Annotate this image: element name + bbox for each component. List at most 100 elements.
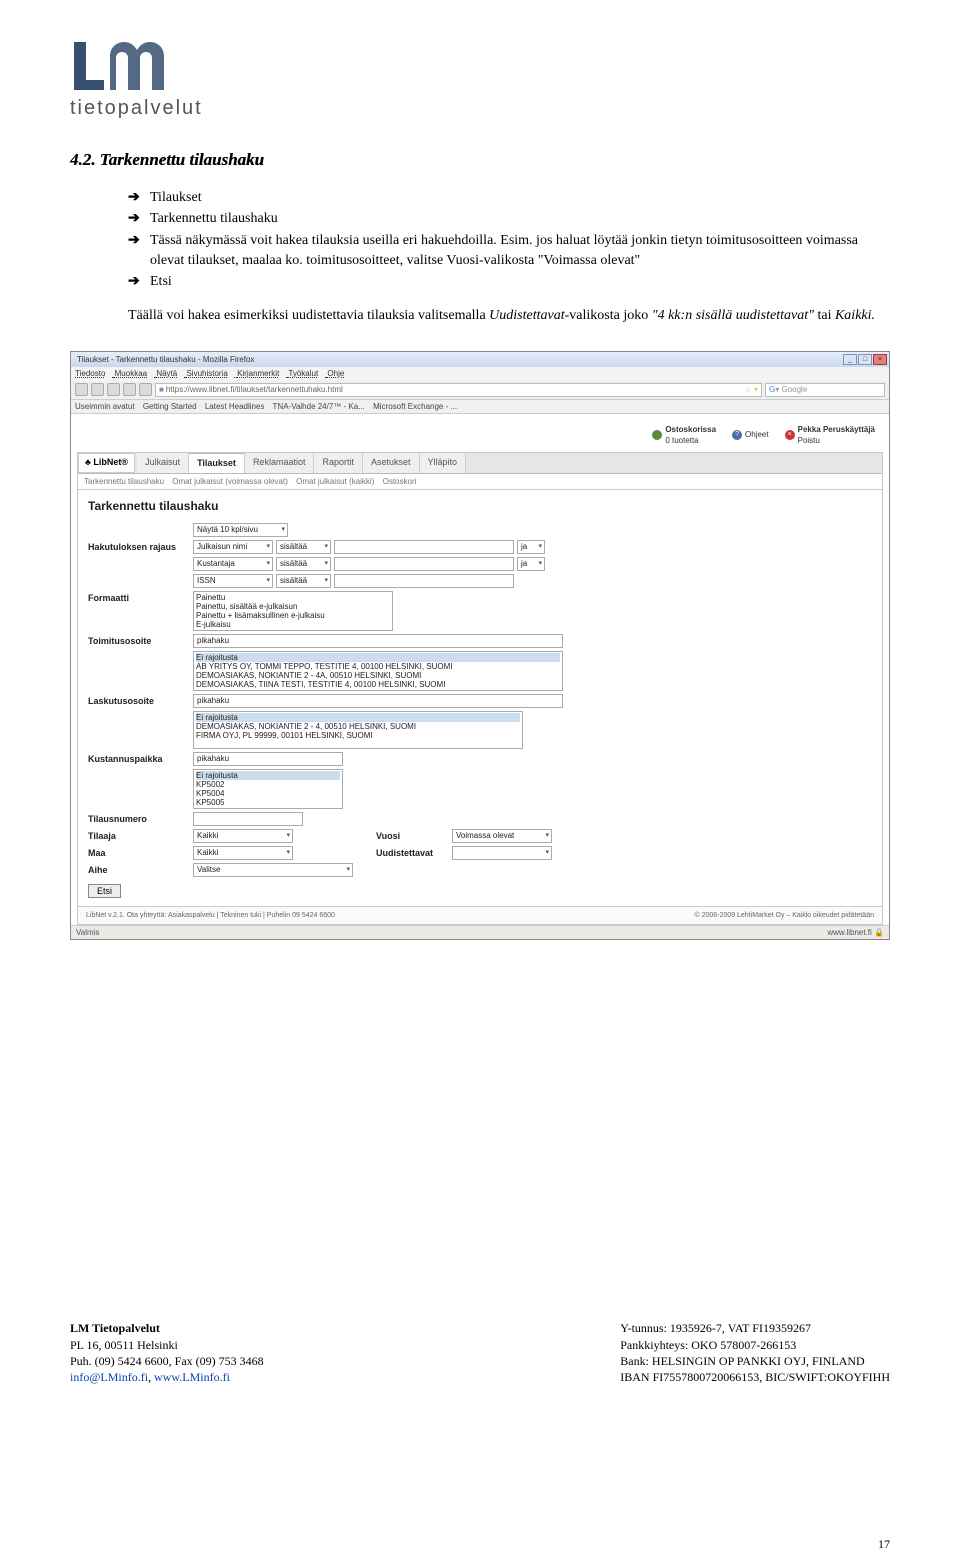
tab-tilaukset[interactable]: Tilaukset (189, 453, 245, 473)
label-aihe: Aihe (88, 863, 193, 877)
home-icon[interactable] (139, 383, 152, 396)
embedded-screenshot: Tilaukset - Tarkennettu tilaushaku - Moz… (70, 351, 890, 940)
tab-yllapito[interactable]: Ylläpito (420, 453, 467, 473)
help-link[interactable]: ? Ohjeet (732, 429, 769, 440)
menu-item[interactable]: Näytä (156, 369, 177, 378)
value-input[interactable] (334, 557, 514, 571)
email-link[interactable]: info@LMinfo.fi (70, 1370, 148, 1384)
formaatti-listbox[interactable]: Painettu Painettu, sisältää e-julkaisun … (193, 591, 393, 631)
subtab[interactable]: Omat julkaisut (voimassa olevat) (172, 477, 288, 486)
reload-icon[interactable] (107, 383, 120, 396)
op-select[interactable]: sisältää (276, 540, 331, 554)
close-button[interactable]: × (873, 354, 887, 365)
label-formaatti: Formaatti (88, 591, 193, 605)
laskutus-quicksearch[interactable]: pikahaku (193, 694, 563, 708)
field-select[interactable]: ISSN (193, 574, 273, 588)
tilaaja-select[interactable]: Kaikki (193, 829, 293, 843)
menu-item[interactable]: Sivuhistoria (186, 369, 227, 378)
logout-icon: × (785, 430, 795, 440)
user-menu[interactable]: × Pekka PeruskäyttäjäPoistu (785, 424, 875, 446)
maximize-button[interactable]: □ (858, 354, 872, 365)
instruction-list: Tilaukset Tarkennettu tilaushaku Tässä n… (128, 188, 890, 292)
subtab[interactable]: Ostoskori (383, 477, 417, 486)
op-select[interactable]: sisältää (276, 557, 331, 571)
status-right: www.libnet.fi 🔒 (827, 927, 884, 938)
list-item: Tarkennettu tilaushaku (128, 209, 890, 229)
logo-mark (70, 40, 205, 92)
field-select[interactable]: Julkaisun nimi (193, 540, 273, 554)
bookmark-item[interactable]: Useimmin avatut (75, 402, 135, 411)
minimize-button[interactable]: _ (843, 354, 857, 365)
app-topbar: Ostoskorissa0 tuotetta ? Ohjeet × Pekka … (75, 422, 885, 452)
list-item: Tilaukset (128, 188, 890, 208)
window-title: Tilaukset - Tarkennettu tilaushaku - Moz… (73, 354, 254, 365)
subtabs: Tarkennettu tilaushaku Omat julkaisut (v… (78, 474, 882, 490)
tab-julkaisut[interactable]: Julkaisut (137, 453, 189, 473)
form-title: Tarkennettu tilaushaku (88, 498, 872, 515)
tab-raportit[interactable]: Raportit (314, 453, 363, 473)
status-text: Valmis (76, 927, 99, 938)
menubar[interactable]: Tiedosto Muokkaa Näytä Sivuhistoria Kirj… (71, 367, 889, 380)
footer-left: LibNet v.2.1. Ota yhteyttä: Asiakaspalve… (86, 911, 335, 921)
uudistettavat-select[interactable] (452, 846, 552, 860)
cart-status[interactable]: Ostoskorissa0 tuotetta (652, 424, 716, 446)
browser-toolbar: ■ https://www.libnet.fi/tilaukset/tarken… (71, 381, 889, 400)
toimitus-quicksearch[interactable]: pikahaku (193, 634, 563, 648)
field-select[interactable]: Kustantaja (193, 557, 273, 571)
page-footer: LM Tietopalvelut PL 16, 00511 Helsinki P… (70, 1320, 890, 1385)
body-paragraph: Täällä voi hakea esimerkiksi uudistettav… (128, 306, 890, 326)
tab-reklamaatiot[interactable]: Reklamaatiot (245, 453, 315, 473)
aihe-select[interactable]: Valitse (193, 863, 353, 877)
etsi-button[interactable]: Etsi (88, 884, 121, 898)
favicon-icon: ■ (159, 384, 164, 396)
logo-subtitle: tietopalvelut (70, 94, 890, 122)
toimitus-listbox[interactable]: Ei rajoitusta AB YRITYS OY, TOMMI TEPPO,… (193, 651, 563, 691)
per-page-select[interactable]: Näytä 10 kpl/sivu (193, 523, 288, 537)
vuosi-select[interactable]: Voimassa olevat (452, 829, 552, 843)
app-logo[interactable]: ♣ LibNet® (78, 453, 135, 473)
label-vuosi: Vuosi (376, 829, 446, 843)
lock-icon: 🔒 (874, 928, 884, 937)
bool-select[interactable]: ja (517, 557, 545, 571)
value-input[interactable] (334, 540, 514, 554)
menu-item[interactable]: Kirjanmerkit (237, 369, 279, 378)
bookmark-item[interactable]: Getting Started (143, 402, 197, 411)
bookmark-item[interactable]: TNA-Vaihde 24/7™ - Ka... (273, 402, 365, 411)
menu-item[interactable]: Muokkaa (115, 369, 147, 378)
stop-icon[interactable] (123, 383, 136, 396)
label-laskutus: Laskutusosoite (88, 694, 193, 708)
browser-window: Tilaukset - Tarkennettu tilaushaku - Moz… (70, 351, 890, 940)
subtab[interactable]: Omat julkaisut (kaikki) (296, 477, 374, 486)
bookmark-item[interactable]: Latest Headlines (205, 402, 265, 411)
footer-right-col: Y-tunnus: 1935926-7, VAT FI19359267 Pank… (620, 1320, 890, 1385)
menu-item[interactable]: Ohje (327, 369, 344, 378)
star-icon[interactable]: ☆ ▾ (745, 384, 758, 396)
address-bar[interactable]: ■ https://www.libnet.fi/tilaukset/tarken… (155, 383, 762, 397)
laskutus-listbox[interactable]: Ei rajoitusta DEMOASIAKAS, NOKIANTIE 2 -… (193, 711, 523, 749)
label-kustannus: Kustannuspaikka (88, 752, 193, 766)
footer-left-col: LM Tietopalvelut PL 16, 00511 Helsinki P… (70, 1320, 264, 1385)
bookmarks-toolbar: Useimmin avatut Getting Started Latest H… (71, 400, 889, 414)
page-number: 17 (878, 1536, 890, 1553)
list-item: Tässä näkymässä voit hakea tilauksia use… (128, 231, 890, 270)
op-select[interactable]: sisältää (276, 574, 331, 588)
back-icon[interactable] (75, 383, 88, 396)
tabs: ♣ LibNet® Julkaisut Tilaukset Reklamaati… (78, 453, 882, 474)
maa-select[interactable]: Kaikki (193, 846, 293, 860)
search-box[interactable]: G▾ Google (765, 383, 885, 397)
kustannus-listbox[interactable]: Ei rajoitusta KP5002 KP5004 KP5005 (193, 769, 343, 809)
tab-asetukset[interactable]: Asetukset (363, 453, 420, 473)
forward-icon[interactable] (91, 383, 104, 396)
kustannus-quicksearch[interactable]: pikahaku (193, 752, 343, 766)
list-item: Etsi (128, 272, 890, 292)
bool-select[interactable]: ja (517, 540, 545, 554)
menu-item[interactable]: Työkalut (288, 369, 318, 378)
cart-icon (652, 430, 662, 440)
label-toimitus: Toimitusosoite (88, 634, 193, 648)
subtab[interactable]: Tarkennettu tilaushaku (84, 477, 164, 486)
value-input[interactable] (334, 574, 514, 588)
menu-item[interactable]: Tiedosto (75, 369, 105, 378)
tilausnumero-input[interactable] (193, 812, 303, 826)
web-link[interactable]: www.LMinfo.fi (154, 1370, 230, 1384)
bookmark-item[interactable]: Microsoft Exchange - ... (373, 402, 457, 411)
